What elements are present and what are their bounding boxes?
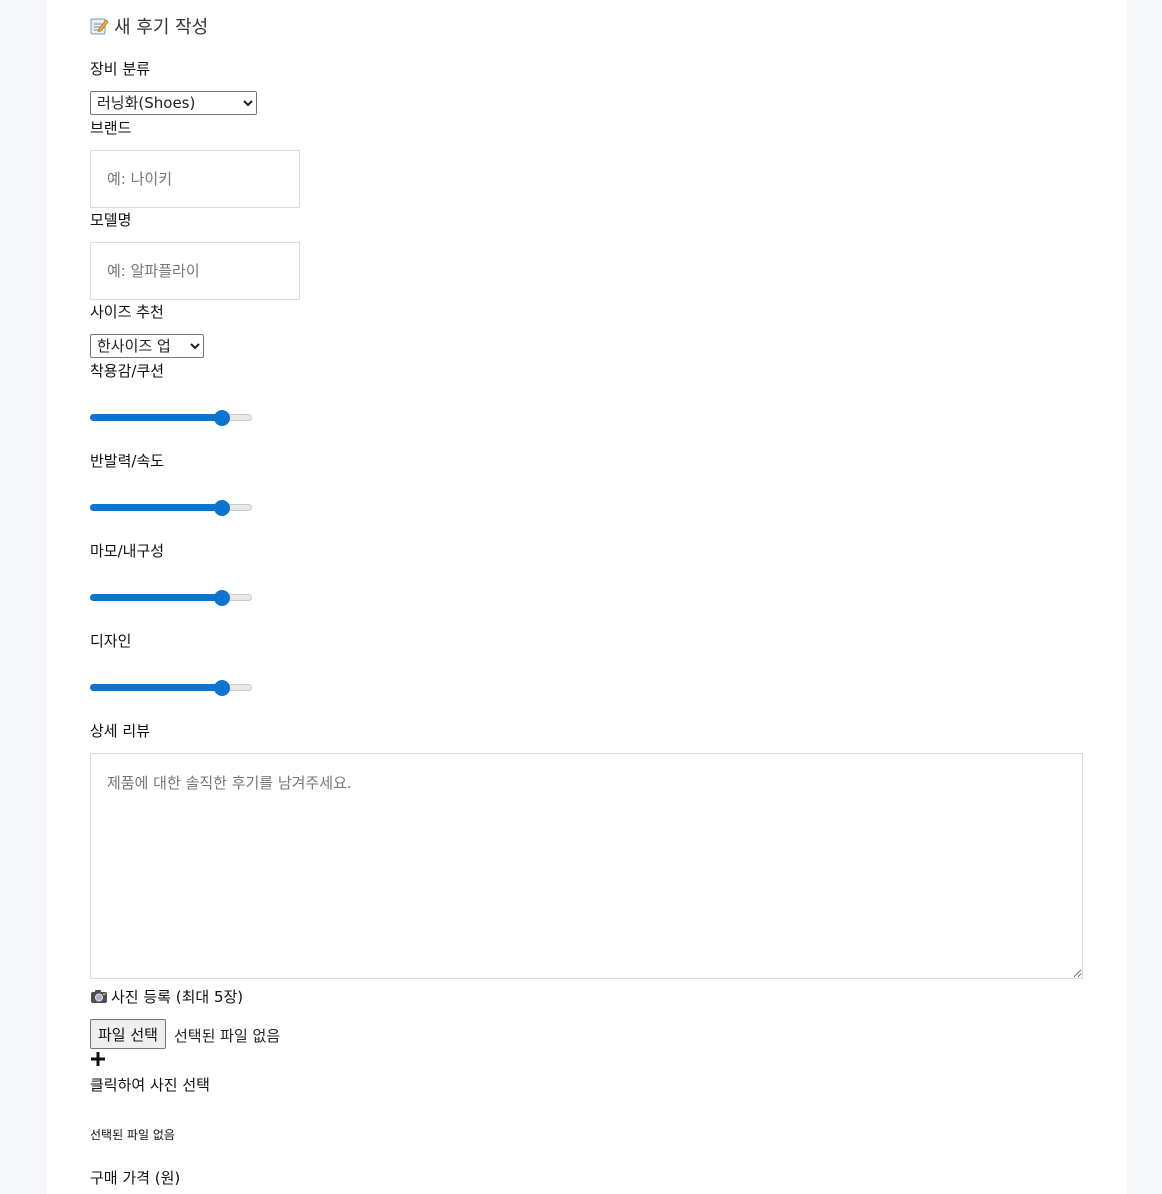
rating-label-responsiveness: 반발력/속도 (90, 452, 165, 470)
slider-thumb[interactable] (214, 680, 231, 696)
slider-thumb[interactable] (214, 590, 231, 606)
size-select[interactable]: 한사이즈 업 (90, 334, 204, 358)
category-label: 장비 분류 (90, 60, 150, 78)
memo-icon (90, 17, 109, 35)
comfort-slider[interactable] (90, 408, 252, 428)
durability-slider[interactable] (90, 588, 252, 608)
file-select-button[interactable]: 파일 선택 (90, 1019, 166, 1049)
plus-icon[interactable] (90, 1050, 106, 1072)
form-title-text: 새 후기 작성 (114, 17, 209, 38)
brand-input[interactable] (90, 150, 300, 208)
file-status: 선택된 파일 없음 (174, 1027, 281, 1045)
photo-add-label[interactable]: 클릭하여 사진 선택 (90, 1075, 210, 1095)
photo-label-text: 사진 등록 (최대 5장) (111, 988, 244, 1006)
responsiveness-slider[interactable] (90, 498, 252, 518)
slider-fill (90, 594, 223, 601)
model-input[interactable] (90, 242, 300, 300)
rating-label-durability: 마모/내구성 (90, 542, 165, 560)
photo-label: 사진 등록 (최대 5장) (90, 987, 243, 1007)
camera-icon (90, 989, 108, 1004)
slider-thumb[interactable] (214, 410, 231, 426)
rating-label-design: 디자인 (90, 632, 132, 650)
form-title: 새 후기 작성 (90, 15, 208, 41)
price-label: 구매 가격 (원) (90, 1169, 181, 1187)
design-slider[interactable] (90, 678, 252, 698)
slider-thumb[interactable] (214, 500, 231, 516)
slider-fill (90, 504, 223, 511)
review-label: 상세 리뷰 (90, 722, 150, 740)
model-label: 모델명 (90, 211, 132, 229)
rating-label-comfort: 착용감/쿠션 (90, 362, 165, 380)
brand-label: 브랜드 (90, 119, 132, 137)
category-select[interactable]: 러닝화(Shoes) (90, 91, 257, 115)
slider-fill (90, 684, 223, 691)
selected-files-status: 선택된 파일 없음 (90, 1128, 175, 1142)
size-label: 사이즈 추천 (90, 303, 164, 321)
review-textarea[interactable] (90, 753, 1083, 979)
slider-fill (90, 414, 223, 421)
